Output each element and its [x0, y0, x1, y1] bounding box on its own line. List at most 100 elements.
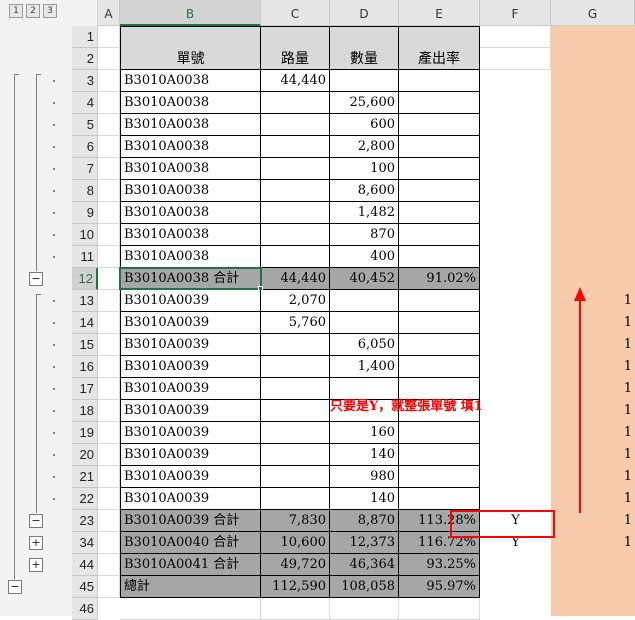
cell-c7[interactable]: [261, 158, 330, 180]
cell-b21[interactable]: B3010A0039: [120, 466, 261, 488]
cell-f44[interactable]: [480, 554, 551, 576]
cell-f17[interactable]: [480, 378, 551, 400]
cell-c9[interactable]: [261, 202, 330, 224]
cell-d45[interactable]: 108,058: [330, 576, 399, 598]
cell-b6[interactable]: B3010A0038: [120, 136, 261, 158]
cell-g7[interactable]: [551, 158, 635, 180]
cell-b3[interactable]: B3010A0038: [120, 70, 261, 92]
cell-f3[interactable]: [480, 70, 551, 92]
cell-c3[interactable]: 44,440: [261, 70, 330, 92]
outline-level-3-button[interactable]: 3: [43, 4, 57, 18]
cell-e44[interactable]: 93.25%: [399, 554, 480, 576]
cell-g9[interactable]: [551, 202, 635, 224]
column-header-d[interactable]: D: [330, 0, 399, 26]
cell-a15[interactable]: [98, 334, 120, 356]
cell-d7[interactable]: 100: [330, 158, 399, 180]
row-header-8[interactable]: 8: [72, 180, 98, 202]
cell-g10[interactable]: [551, 224, 635, 246]
row-header-44[interactable]: 44: [72, 554, 98, 576]
cell-c20[interactable]: [261, 444, 330, 466]
outline-collapse-button-row12[interactable]: −: [29, 272, 43, 286]
cell-e46[interactable]: [399, 598, 480, 620]
row-header-9[interactable]: 9: [72, 202, 98, 224]
row-header-34[interactable]: 34: [72, 532, 98, 554]
cell-f13[interactable]: [480, 290, 551, 312]
cell-d13[interactable]: [330, 290, 399, 312]
cell-f11[interactable]: [480, 246, 551, 268]
cell-g34[interactable]: 1: [551, 532, 635, 554]
row-header-22[interactable]: 22: [72, 488, 98, 510]
cell-e8[interactable]: [399, 180, 480, 202]
cell-d11[interactable]: 400: [330, 246, 399, 268]
cell-f8[interactable]: [480, 180, 551, 202]
cell-g23[interactable]: 1: [551, 510, 635, 532]
cell-e13[interactable]: [399, 290, 480, 312]
row-header-18[interactable]: 18: [72, 400, 98, 422]
cell-e11[interactable]: [399, 246, 480, 268]
cell-f19[interactable]: [480, 422, 551, 444]
cell-b22[interactable]: B3010A0039: [120, 488, 261, 510]
cell-e15[interactable]: [399, 334, 480, 356]
cell-g17[interactable]: 1: [551, 378, 635, 400]
cell-d12[interactable]: 40,452: [330, 268, 399, 290]
cell-b44[interactable]: B3010A0041 合計: [120, 554, 261, 576]
cell-a9[interactable]: [98, 202, 120, 224]
cell-c10[interactable]: [261, 224, 330, 246]
cell-d20[interactable]: 140: [330, 444, 399, 466]
cell-c17[interactable]: [261, 378, 330, 400]
row-header-7[interactable]: 7: [72, 158, 98, 180]
cell-b46[interactable]: [120, 598, 261, 620]
cell-c8[interactable]: [261, 180, 330, 202]
cell-a5[interactable]: [98, 114, 120, 136]
cell-a16[interactable]: [98, 356, 120, 378]
cell-c5[interactable]: [261, 114, 330, 136]
cell-c15[interactable]: [261, 334, 330, 356]
cell-g11[interactable]: [551, 246, 635, 268]
cell-c12[interactable]: 44,440: [261, 268, 330, 290]
cell-a17[interactable]: [98, 378, 120, 400]
cell-f6[interactable]: [480, 136, 551, 158]
cell-d23[interactable]: 8,870: [330, 510, 399, 532]
header-cell-route-qty[interactable]: 路量: [261, 26, 330, 70]
cell-d34[interactable]: 12,373: [330, 532, 399, 554]
row-header-23[interactable]: 23: [72, 510, 98, 532]
cell-g21[interactable]: 1: [551, 466, 635, 488]
cell-d5[interactable]: 600: [330, 114, 399, 136]
cell-f21[interactable]: [480, 466, 551, 488]
cell-c34[interactable]: 10,600: [261, 532, 330, 554]
cell-a11[interactable]: [98, 246, 120, 268]
cell-a23[interactable]: [98, 510, 120, 532]
column-header-g[interactable]: G: [551, 0, 635, 26]
column-header-c[interactable]: C: [261, 0, 330, 26]
cell-e45[interactable]: 95.97%: [399, 576, 480, 598]
cell-d4[interactable]: 25,600: [330, 92, 399, 114]
cell-a14[interactable]: [98, 312, 120, 334]
cell-e9[interactable]: [399, 202, 480, 224]
cell-d19[interactable]: 160: [330, 422, 399, 444]
row-header-21[interactable]: 21: [72, 466, 98, 488]
cell-f15[interactable]: [480, 334, 551, 356]
outline-level-1-button[interactable]: 1: [9, 4, 23, 18]
row-header-19[interactable]: 19: [72, 422, 98, 444]
row-header-46[interactable]: 46: [72, 598, 98, 620]
cell-f16[interactable]: [480, 356, 551, 378]
cell-f45[interactable]: [480, 576, 551, 598]
cell-a18[interactable]: [98, 400, 120, 422]
cell-b18[interactable]: B3010A0039: [120, 400, 261, 422]
cell-c46[interactable]: [261, 598, 330, 620]
cell-b45[interactable]: 總計: [120, 576, 261, 598]
cell-f5[interactable]: [480, 114, 551, 136]
cell-d6[interactable]: 2,800: [330, 136, 399, 158]
cell-d15[interactable]: 6,050: [330, 334, 399, 356]
row-header-4[interactable]: 4: [72, 92, 98, 114]
cell-c19[interactable]: [261, 422, 330, 444]
header-cell-order-no[interactable]: 單號: [120, 26, 261, 70]
cell-g8[interactable]: [551, 180, 635, 202]
cell-c18[interactable]: [261, 400, 330, 422]
cell-a4[interactable]: [98, 92, 120, 114]
cell-c23[interactable]: 7,830: [261, 510, 330, 532]
cell-a13[interactable]: [98, 290, 120, 312]
cell-e21[interactable]: [399, 466, 480, 488]
cell-b13[interactable]: B3010A0039: [120, 290, 261, 312]
column-header-f[interactable]: F: [480, 0, 551, 26]
